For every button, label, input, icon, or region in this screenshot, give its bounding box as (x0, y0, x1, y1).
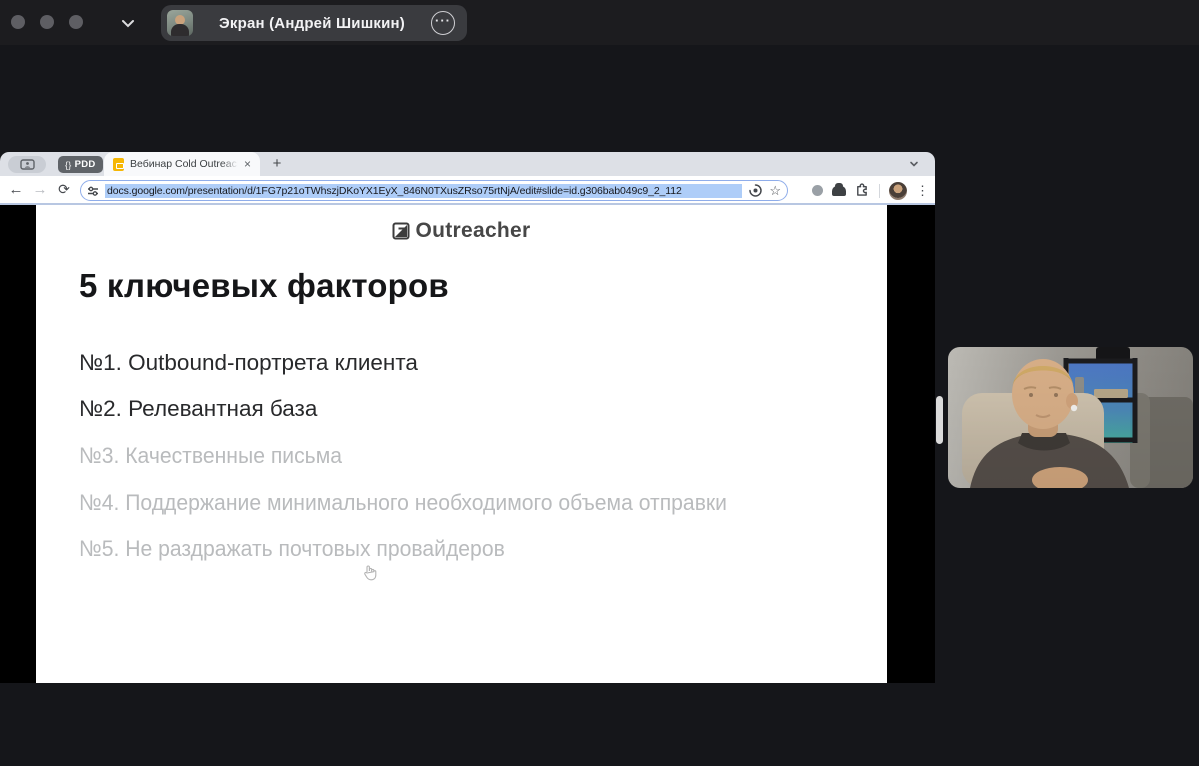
back-button[interactable]: ← (4, 181, 28, 198)
forward-button: → (32, 181, 48, 198)
tab-close-icon[interactable]: × (244, 158, 251, 170)
slide-item-5: №5. Не раздражать почтовых провайдеров (79, 536, 505, 561)
toolbar-extensions-area: ⋮ (812, 176, 929, 205)
extension-icon-dark[interactable] (832, 182, 846, 196)
extensions-puzzle-icon[interactable] (855, 183, 870, 198)
url-text-selected[interactable]: docs.google.com/presentation/d/1FG7p21oT… (105, 183, 743, 198)
chevron-down-icon[interactable] (118, 13, 138, 33)
toolbar-divider (879, 183, 880, 198)
browser-toolbar: ← → ⟳ docs.google.com/presentation/d/1FG… (0, 176, 935, 205)
meeting-titlebar: Экран (Андрей Шишкин) ··· (0, 0, 1199, 45)
shared-screen-region: {} PDD Вебинар Cold Outreach в Р × + ← →… (0, 152, 935, 683)
browser-tab-active[interactable]: Вебинар Cold Outreach в Р × (104, 152, 260, 176)
outreacher-logo-text: Outreacher (415, 219, 531, 242)
reload-button[interactable]: ⟳ (52, 181, 76, 198)
site-settings-icon[interactable] (87, 186, 99, 196)
webcam-video-tile[interactable] (948, 347, 1193, 488)
pdd-group-icon: {} (65, 159, 72, 170)
url-address-bar[interactable]: docs.google.com/presentation/d/1FG7p21oT… (80, 180, 788, 201)
browser-menu-icon[interactable]: ⋮ (916, 183, 929, 199)
remote-cursor-hand-icon (364, 565, 377, 581)
browser-viewport: Outreacher 5 ключевых факторов №1. Outbo… (0, 205, 935, 683)
google-slides-icon (113, 157, 124, 171)
browser-tabstrip: {} PDD Вебинар Cold Outreach в Р × + (0, 152, 935, 176)
outreacher-logo-icon (392, 222, 410, 240)
slide-item-1: №1. Outbound-портрета клиента (79, 350, 418, 375)
avatar-bust-shape (171, 24, 189, 36)
google-lens-icon[interactable] (749, 184, 763, 197)
tabstrip-chevron-icon[interactable] (903, 155, 925, 173)
video-panel-drag-handle[interactable] (936, 396, 943, 444)
screen-share-indicator[interactable] (8, 156, 46, 173)
extension-icon-gray[interactable] (812, 185, 823, 196)
close-window-button[interactable] (11, 15, 25, 29)
outreacher-logo: Outreacher (36, 219, 887, 243)
slide-item-4: №4. Поддержание минимального необходимог… (79, 490, 727, 515)
presentation-slide: Outreacher 5 ключевых факторов №1. Outbo… (36, 205, 887, 683)
slide-item-2: №2. Релевантная база (79, 396, 318, 421)
active-speaker-tab[interactable]: Экран (Андрей Шишкин) ··· (161, 5, 467, 41)
new-tab-button[interactable]: + (268, 155, 286, 173)
monitor-person-icon (19, 159, 35, 170)
more-options-icon[interactable]: ··· (431, 11, 455, 35)
speaker-avatar (167, 10, 193, 36)
tab-title: Вебинар Cold Outreach в Р (130, 158, 238, 170)
pdd-group-label: PDD (74, 159, 96, 170)
bookmark-star-icon[interactable]: ☆ (769, 184, 781, 197)
webcam-scene (948, 347, 1193, 488)
slide-item-3: №3. Качественные письма (79, 443, 342, 468)
slide-heading: 5 ключевых факторов (79, 267, 449, 304)
shared-screen-title: Экран (Андрей Шишкин) (219, 14, 405, 32)
zoom-window-button[interactable] (69, 15, 83, 29)
minimize-window-button[interactable] (40, 15, 54, 29)
tab-group-pdd[interactable]: {} PDD (58, 156, 103, 173)
browser-profile-avatar[interactable] (889, 181, 907, 200)
